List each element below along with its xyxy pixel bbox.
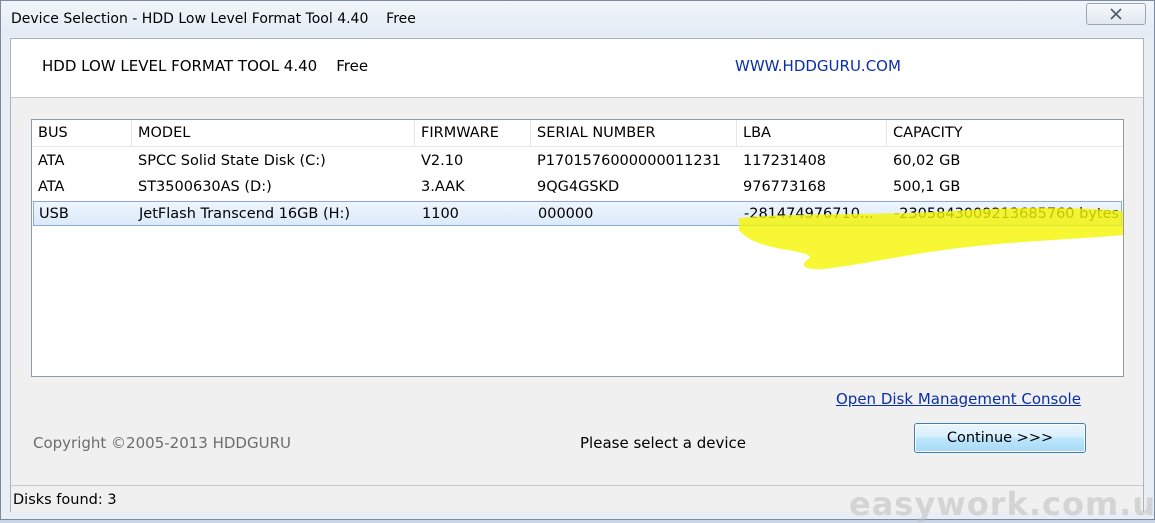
watermark-text: easywork.com.ua [849,485,1155,523]
column-header-capacity[interactable]: CAPACITY [887,120,1123,146]
copyright-text: Copyright ©2005-2013 HDDGURU [33,434,291,452]
cell-lba: 117231408 [743,153,827,169]
cell-model: ST3500630AS (D:) [138,179,272,195]
device-row[interactable]: ATA SPCC Solid State Disk (C:) V2.10 P17… [32,149,1123,174]
close-icon [1110,8,1122,20]
dialog-client-area: HDD LOW LEVEL FORMAT TOOL 4.40 Free WWW.… [10,38,1144,512]
column-header-bus[interactable]: BUS [32,120,132,146]
cell-serial: P1701576000000011231 [537,153,722,169]
cell-model: JetFlash Transcend 16GB (H:) [139,206,351,222]
cell-bus: ATA [38,153,65,169]
cell-capacity: 60,02 GB [893,153,961,169]
cell-bus: ATA [38,179,65,195]
product-name: HDD LOW LEVEL FORMAT TOOL 4.40 Free [42,57,369,75]
cell-capacity: 500,1 GB [893,179,961,195]
device-row-selected[interactable]: USB JetFlash Transcend 16GB (H:) 1100 00… [33,201,1122,226]
device-list[interactable]: BUS MODEL FIRMWARE SERIAL NUMBER LBA CAP… [31,119,1124,377]
cell-lba: 976773168 [743,179,827,195]
device-list-header: BUS MODEL FIRMWARE SERIAL NUMBER LBA CAP… [32,120,1123,147]
title-bar: Device Selection - HDD Low Level Format … [1,1,1154,37]
device-selection-window: Device Selection - HDD Low Level Format … [0,0,1155,523]
column-header-serial-number[interactable]: SERIAL NUMBER [531,120,737,146]
cell-firmware: V2.10 [421,153,464,169]
continue-button[interactable]: Continue >>> [914,423,1086,453]
cell-lba: -281474976710... [744,206,874,222]
status-message: Please select a device [580,434,747,452]
column-header-lba[interactable]: LBA [737,120,887,146]
cell-capacity: -2305843009213685760 bytes [894,206,1120,222]
header-band: HDD LOW LEVEL FORMAT TOOL 4.40 Free WWW.… [11,39,1143,98]
open-disk-management-link[interactable]: Open Disk Management Console [836,390,1081,408]
cell-serial: 9QG4GSKD [537,179,620,195]
cell-firmware: 1100 [422,206,459,222]
cell-bus: USB [39,206,69,222]
cell-serial: 000000 [538,206,594,222]
cell-firmware: 3.AAK [421,179,465,195]
window-title: Device Selection - HDD Low Level Format … [11,11,416,27]
cell-model: SPCC Solid State Disk (C:) [138,153,326,169]
column-header-firmware[interactable]: FIRMWARE [415,120,531,146]
device-row[interactable]: ATA ST3500630AS (D:) 3.AAK 9QG4GSKD 9767… [32,175,1123,200]
column-header-model[interactable]: MODEL [132,120,415,146]
website-label: WWW.HDDGURU.COM [735,57,901,75]
disks-found-count: Disks found: 3 [13,492,117,508]
close-button[interactable] [1086,3,1146,25]
